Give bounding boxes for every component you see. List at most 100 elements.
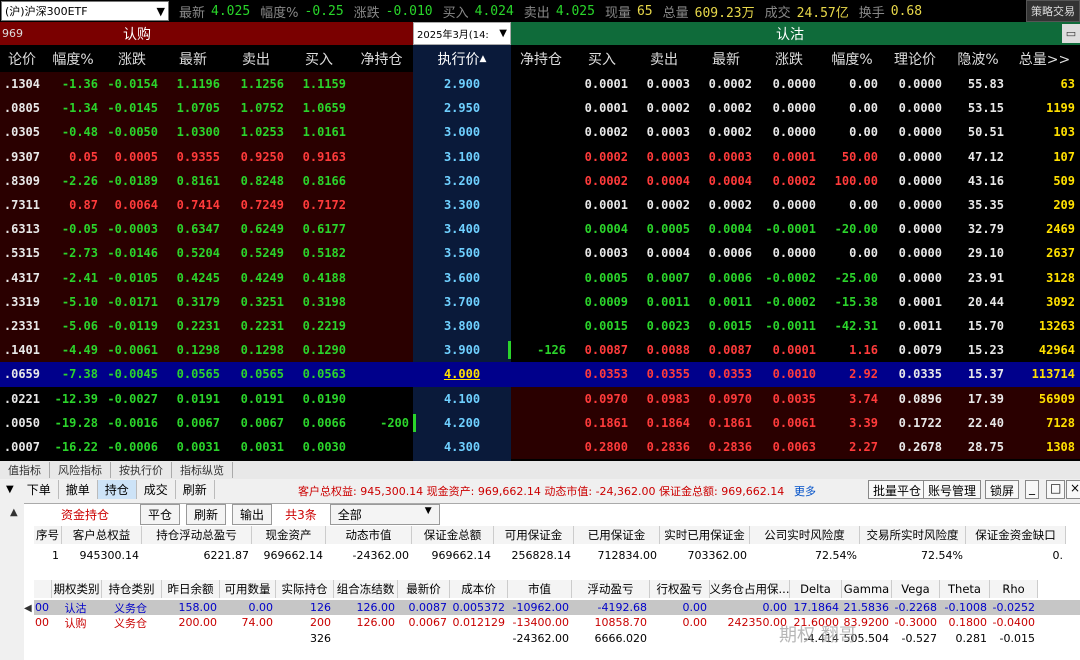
strike-cell[interactable]: 3.000 [413,120,511,144]
position-col-header[interactable]: 组合冻结数 [334,580,398,598]
option-row[interactable]: .8309 -2.26 -0.0189 0.8161 0.8248 0.8166 3.200… [0,168,1080,193]
strike-cell[interactable]: 3.800 [413,314,511,338]
trade-position-button[interactable]: 持仓 [97,480,137,499]
trade-order-button[interactable]: 下单 [20,480,59,499]
position-col-header[interactable]: 持仓类别 [102,580,162,598]
option-row[interactable]: .0659 -7.38 -0.0045 0.0565 0.0565 0.0563 4.000… [0,362,1080,387]
more-link[interactable]: 更多 [794,483,816,499]
position-col-header[interactable]: Delta [790,580,842,598]
funds-positions-tab[interactable]: 资金持仓 [54,505,116,524]
account-col-header[interactable]: 已用保证金 [574,526,660,544]
put-col-header[interactable]: 最新 [695,45,757,72]
account-col-header[interactable]: 可用保证金 [494,526,574,544]
strike-cell[interactable]: 3.500 [413,241,511,265]
position-col-header[interactable]: 昨日余额 [162,580,220,598]
strike-cell[interactable]: 4.200 [413,411,511,435]
position-col-header[interactable]: Theta [940,580,990,598]
indicator-tab[interactable]: 值指标 [0,462,50,478]
strike-cell[interactable]: 4.100 [413,387,511,411]
indicator-tab[interactable]: 指标纵览 [172,462,233,478]
option-row[interactable]: .3319 -5.10 -0.0171 0.3179 0.3251 0.3198 3.700… [0,289,1080,314]
strike-cell[interactable]: 2.950 [413,96,511,120]
position-col-header[interactable]: 义务仓占用保... [710,580,790,598]
position-col-header[interactable]: 市值 [508,580,572,598]
account-col-header[interactable]: 交易所实时风险度 [860,526,966,544]
option-row[interactable]: .0221 -12.39 -0.0027 0.0191 0.0191 0.0190 4.10… [0,386,1080,411]
put-col-header[interactable]: 买入 [571,45,633,72]
call-col-header[interactable]: 净持仓 [350,45,413,72]
put-col-header[interactable]: 卖出 [633,45,695,72]
position-col-header[interactable]: 期权类别 [52,580,102,598]
call-col-header[interactable]: 论价 [0,45,44,72]
expiry-select[interactable]: 2025年3月(14: ▼ [413,22,511,45]
strike-cell[interactable]: 2.900 [413,72,511,96]
call-col-header[interactable]: 最新 [162,45,224,72]
put-col-header[interactable]: 理论价 [883,45,947,72]
symbol-select[interactable]: (沪)沪深300ETF ▼ [1,1,169,21]
strategy-trade-button[interactable]: 策略交易 [1026,0,1080,22]
strike-cell[interactable]: 3.400 [413,217,511,241]
option-row[interactable]: .6313 -0.05 -0.0003 0.6347 0.6249 0.6177 3.400… [0,217,1080,242]
expand-icon[interactable]: ▲ [10,507,18,518]
option-row[interactable]: .0805 -1.34 -0.0145 1.0705 1.0752 1.0659 2.950… [0,96,1080,121]
strike-cell[interactable]: 3.700 [413,290,511,314]
strike-cell[interactable]: 4.000 [413,362,511,386]
strike-cell[interactable]: 3.600 [413,266,511,290]
put-col-header[interactable]: 总量>> [1009,45,1080,72]
account-col-header[interactable]: 保证金总额 [412,526,494,544]
trade-cancel-button[interactable]: 撤单 [59,480,98,499]
account-manage-button[interactable]: 账号管理 [923,480,982,499]
option-row[interactable]: .7311 0.87 0.0064 0.7414 0.7249 0.7172 3.300 0.… [0,193,1080,218]
position-col-header[interactable]: 浮动盈亏 [572,580,650,598]
account-col-header[interactable]: 公司实时风险度 [750,526,860,544]
close-icon[interactable]: × [1066,480,1080,499]
batch-close-button[interactable]: 批量平仓 [868,480,927,499]
account-col-header[interactable]: 保证金资金缺口 [966,526,1066,544]
export-button[interactable]: 输出 [232,503,273,525]
position-col-header[interactable]: 成本价 [450,580,508,598]
option-row[interactable]: .1401 -4.49 -0.0061 0.1298 0.1298 0.1290 3.900… [0,338,1080,363]
option-row[interactable]: .2331 -5.06 -0.0119 0.2231 0.2231 0.2219 3.800… [0,314,1080,339]
account-col-header[interactable]: 实时已用保证金 [660,526,750,544]
put-col-header[interactable]: 净持仓 [511,45,571,72]
position-col-header[interactable]: 可用数量 [220,580,276,598]
scroll-up-icon[interactable]: ▭ [1062,24,1080,43]
strike-cell[interactable]: 4.300 [413,435,511,459]
option-row[interactable]: .4317 -2.41 -0.0105 0.4245 0.4249 0.4188 3.600… [0,265,1080,290]
call-col-header[interactable]: 涨跌 [102,45,162,72]
indicator-tab[interactable]: 按执行价 [111,462,172,478]
put-col-header[interactable]: 隐波% [947,45,1009,72]
position-col-header[interactable]: Rho [990,580,1038,598]
filter-select[interactable]: 全部 ▼ [329,503,440,525]
position-col-header[interactable]: 行权盈亏 [650,580,710,598]
restore-icon[interactable]: □ [1046,480,1066,499]
account-col-header[interactable]: 现金资产 [252,526,326,544]
trade-refresh-button[interactable]: 刷新 [176,480,215,499]
indicator-tab[interactable]: 风险指标 [50,462,111,478]
trade-deal-button[interactable]: 成交 [137,480,176,499]
option-row[interactable]: .1304 -1.36 -0.0154 1.1196 1.1256 1.1159 2.900… [0,72,1080,97]
close-position-button[interactable]: 平仓 [140,503,181,525]
call-col-header[interactable]: 卖出 [224,45,288,72]
strike-cell[interactable]: 3.900 [413,338,511,362]
strike-col-header[interactable]: 执行价 ▲ [413,45,511,72]
position-col-header[interactable]: Gamma [842,580,892,598]
call-col-header[interactable]: 买入 [288,45,350,72]
position-col-header[interactable]: Vega [892,580,940,598]
strike-cell[interactable]: 3.100 [413,145,511,169]
refresh-button[interactable]: 刷新 [186,503,227,525]
collapse-icon[interactable]: ▼ [0,484,20,495]
position-col-header[interactable]: 实际持仓 [276,580,334,598]
put-col-header[interactable]: 幅度% [821,45,883,72]
call-col-header[interactable]: 幅度% [44,45,102,72]
option-row[interactable]: .9307 0.05 0.0005 0.9355 0.9250 0.9163 3.100 0.… [0,144,1080,169]
left-scroll-arrow-icon[interactable]: ◀ [24,603,32,614]
option-row[interactable]: .0305 -0.48 -0.0050 1.0300 1.0253 1.0161 3.000… [0,120,1080,145]
option-row[interactable]: .5315 -2.73 -0.0146 0.5204 0.5249 0.5182 3.500… [0,241,1080,266]
position-col-header[interactable]: 最新价 [398,580,450,598]
strike-cell[interactable]: 3.300 [413,193,511,217]
account-col-header[interactable]: 动态市值 [326,526,412,544]
minimize-icon[interactable]: _ [1025,480,1039,499]
account-col-header[interactable]: 持仓浮动总盈亏 [142,526,252,544]
option-row[interactable]: .0007 -16.22 -0.0006 0.0031 0.0031 0.0030 4.30… [0,435,1080,460]
